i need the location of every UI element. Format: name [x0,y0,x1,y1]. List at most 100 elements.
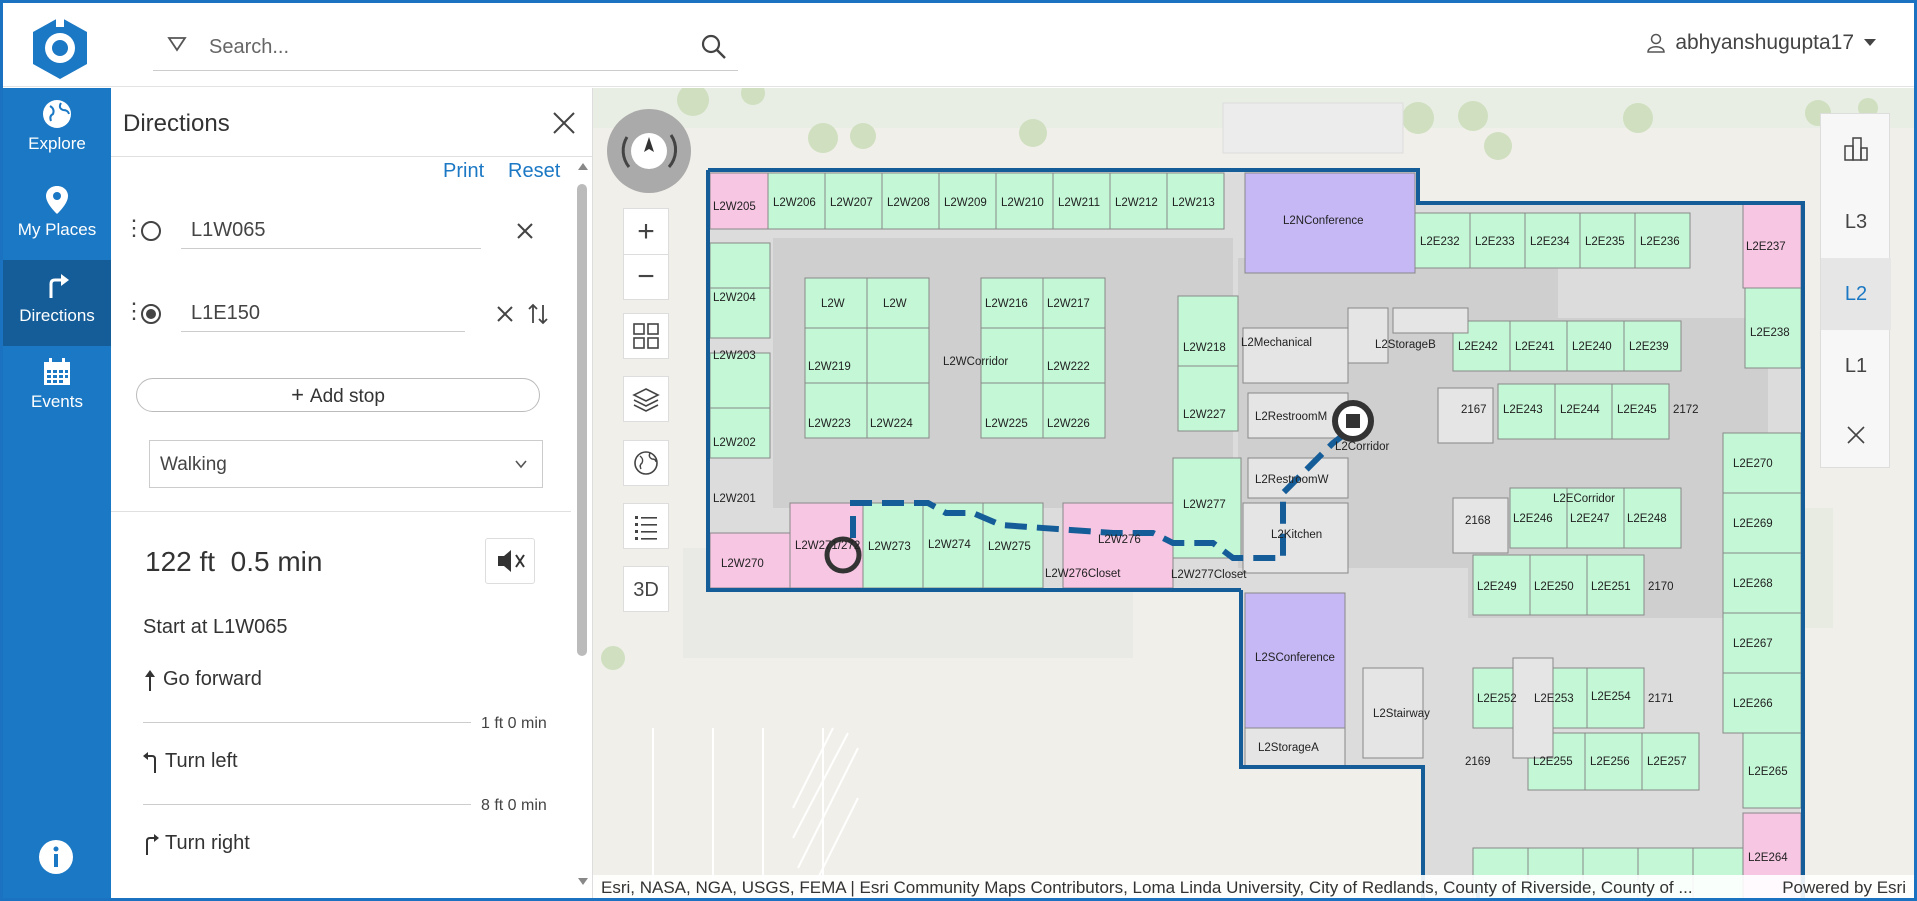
zoom-out-button[interactable]: − [624,255,668,301]
powered-by[interactable]: Powered by Esri [1782,878,1906,898]
step-meta: 8 ft 0 min [481,797,547,814]
add-stop-button[interactable]: + Add stop [136,378,540,412]
svg-text:L2Mechanical: L2Mechanical [1241,337,1312,349]
info-icon[interactable] [37,838,75,876]
svg-text:L2W275: L2W275 [988,541,1031,553]
svg-text:L2E243: L2E243 [1503,404,1543,416]
building-button[interactable] [1821,114,1891,186]
app-logo-icon[interactable] [27,15,93,81]
nav-explore[interactable]: Explore [3,88,111,174]
mute-button[interactable] [485,538,535,584]
svg-text:L2Corridor: L2Corridor [1335,441,1389,453]
svg-text:L2E267: L2E267 [1733,638,1773,650]
scrollbar-thumb[interactable] [577,184,587,656]
svg-text:2169: 2169 [1465,756,1491,768]
add-stop-label: Add stop [309,386,385,407]
svg-text:L2W276: L2W276 [1098,534,1141,546]
svg-text:L2E270: L2E270 [1733,458,1773,470]
floor-l2[interactable]: L2 [1821,258,1891,330]
step-divider [143,722,471,723]
drag-handle-icon[interactable]: ⋮ [123,298,145,324]
svg-text:L2W270: L2W270 [721,558,764,570]
origin-field[interactable]: L1W065 [181,211,481,249]
floor-l1[interactable]: L1 [1821,330,1891,402]
side-nav: Explore My Places Directions Events [3,88,111,898]
svg-text:L2E241: L2E241 [1515,341,1555,353]
scroll-down-icon[interactable] [577,876,589,888]
svg-text:L2W219: L2W219 [808,361,851,373]
swap-stops-icon[interactable] [525,301,551,327]
svg-text:L2E240: L2E240 [1572,341,1612,353]
svg-text:L2W224: L2W224 [870,418,913,430]
destination-field[interactable]: L1E150 [181,294,465,332]
step-item[interactable]: Go forward [143,668,262,691]
svg-text:L2W202: L2W202 [713,437,756,449]
plus-icon: + [291,382,304,407]
nav-label: Events [31,392,83,411]
floor-l3[interactable]: L3 [1821,186,1891,258]
step-meta: 1 ft 0 min [481,715,547,732]
svg-text:L2W271/272: L2W271/272 [795,540,860,552]
globe-view-button[interactable] [623,440,669,486]
svg-text:L2E253: L2E253 [1534,693,1574,705]
svg-text:L2Stairway: L2Stairway [1373,708,1430,720]
chevron-down-icon [515,460,527,469]
legend-button[interactable] [623,503,669,549]
nav-label: Explore [28,134,86,153]
svg-text:L2NConference: L2NConference [1283,215,1364,227]
svg-text:L2E252: L2E252 [1477,693,1517,705]
nav-my-places[interactable]: My Places [3,174,111,260]
panel-title: Directions [123,110,230,137]
filter-icon[interactable] [167,35,187,58]
step-item[interactable]: Turn right [143,832,250,855]
floor-plan-map[interactable]: L2W205 L2W206 L2W207 L2W208 L2W209 L2W210 L2… [593,88,1914,901]
compass-icon [621,133,678,169]
svg-text:L2E239: L2E239 [1629,341,1669,353]
close-icon[interactable] [549,108,579,138]
svg-text:L2W226: L2W226 [1047,418,1090,430]
map-pin-icon [46,186,68,214]
app-window: abhyanshugupta17 Explore My Places Direc… [0,0,1917,901]
nav-label: My Places [17,220,97,239]
svg-text:2168: 2168 [1465,515,1491,527]
reset-button[interactable]: Reset [508,160,560,183]
svg-text:L2W207: L2W207 [830,197,873,209]
svg-text:L2W216: L2W216 [985,298,1028,310]
svg-text:L2Kitchen: L2Kitchen [1271,529,1322,541]
step-item[interactable]: Turn left [143,750,238,773]
map-attribution: Esri, NASA, NGA, USGS, FEMA | Esri Commu… [593,875,1914,898]
svg-text:L2W217: L2W217 [1047,298,1090,310]
svg-text:2167: 2167 [1461,404,1487,416]
travel-mode-select[interactable]: Walking [149,440,543,488]
svg-text:2172: 2172 [1673,404,1699,416]
search-icon[interactable] [698,31,730,63]
clear-destination-icon[interactable] [493,302,517,326]
search-input[interactable] [209,31,669,63]
svg-text:L2W: L2W [821,298,845,310]
step-text: Turn left [165,750,238,772]
svg-text:L2E254: L2E254 [1591,691,1631,703]
calendar-icon [44,358,70,385]
svg-text:L2W218: L2W218 [1183,342,1226,354]
user-menu[interactable]: abhyanshugupta17 [1647,31,1876,55]
zoom-in-button[interactable]: + [624,209,668,255]
basemap-button[interactable] [623,313,669,359]
attribution-text: Esri, NASA, NGA, USGS, FEMA | Esri Commu… [601,878,1693,897]
svg-text:L2W212: L2W212 [1115,197,1158,209]
nav-events[interactable]: Events [3,346,111,432]
drag-handle-icon[interactable]: ⋮ [123,215,145,241]
nav-directions[interactable]: Directions [3,260,111,346]
svg-text:L2E257: L2E257 [1647,756,1687,768]
close-floor-picker-button[interactable] [1821,402,1891,469]
layers-button[interactable] [623,376,669,422]
map-view[interactable]: L2W205 L2W206 L2W207 L2W208 L2W209 L2W210 L2… [593,88,1914,901]
building-icon [1844,137,1868,161]
svg-text:L2WCorridor: L2WCorridor [943,356,1008,368]
clear-origin-icon[interactable] [513,219,537,243]
compass-button[interactable] [607,109,691,193]
print-button[interactable]: Print [443,160,484,183]
svg-text:2171: 2171 [1648,693,1674,705]
scroll-up-icon[interactable] [577,160,589,172]
route-summary: 122 ft 0.5 min [145,546,322,578]
3d-button[interactable]: 3D [623,566,669,612]
